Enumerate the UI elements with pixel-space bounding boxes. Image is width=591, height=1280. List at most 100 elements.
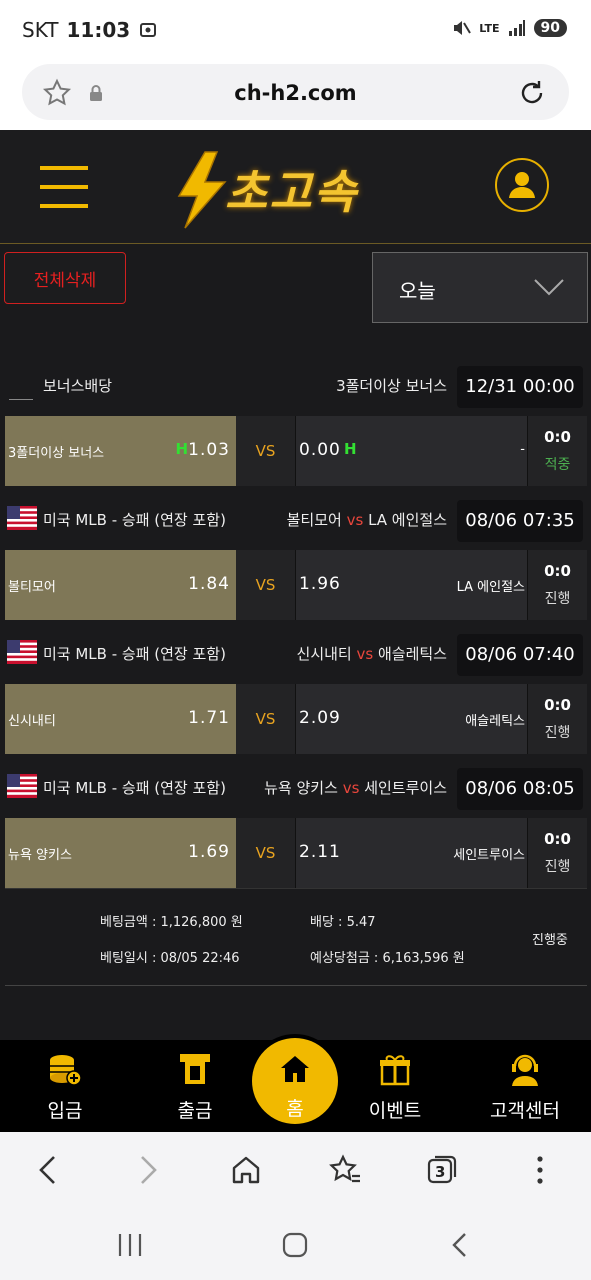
nav-home[interactable]: 홈	[252, 1038, 338, 1124]
browser-bottom-bar: 3	[0, 1132, 591, 1212]
date-filter-select[interactable]: 오늘	[372, 252, 588, 323]
us-flag-icon	[7, 640, 37, 664]
bet-row: 3폴더이상 보너스 H 1.03 VS 0.00 H - 0:0 적중	[5, 416, 587, 486]
vs-label: VS	[236, 550, 295, 620]
bet-datetime: 08/06 07:35	[457, 500, 583, 542]
expected-payout: 예상당첨금 : 6,163,596 원	[310, 951, 465, 966]
recent-apps-icon[interactable]	[116, 1232, 144, 1258]
away-team: 애슬레틱스	[465, 714, 525, 729]
url-text[interactable]: ch-h2.com	[22, 81, 569, 105]
bet-slip-panel: 보너스배당 3폴더이상 보너스 12/31 00:00 3폴더이상 보너스 H …	[5, 350, 587, 986]
home-team: 신시내티	[8, 714, 56, 729]
logo-text: 초고속	[225, 165, 358, 219]
forward-arrow-icon[interactable]	[136, 1154, 160, 1186]
site-header: 초고속	[0, 130, 591, 244]
headset-icon	[512, 1054, 538, 1086]
result-status: 진행	[544, 859, 571, 875]
bet-summary: 베팅금액 : 1,126,800 원 배당 : 5.47 베팅일시 : 08/0…	[5, 888, 587, 986]
away-team: -	[520, 442, 525, 457]
bet-row: 볼티모어 1.84 VS 1.96 LA 에인절스 0:0 진행	[5, 550, 587, 620]
league-label: 미국 MLB - 승패 (연장 포함)	[43, 779, 226, 797]
vs-label: VS	[236, 416, 295, 486]
no-flag-placeholder	[9, 399, 33, 400]
home-team: 뉴욕 양키스	[8, 848, 72, 863]
home-odd: 1.03	[188, 440, 230, 460]
bet-header: 미국 MLB - 승패 (연장 포함) 신시내티 vs 애슬레틱스 08/06 …	[5, 620, 587, 684]
tabs-button[interactable]: 3	[426, 1154, 458, 1186]
carrier-label: SKT	[22, 18, 59, 42]
away-odd-cell[interactable]: 2.09 애슬레틱스	[295, 684, 527, 754]
league-label: 미국 MLB - 승패 (연장 포함)	[43, 511, 226, 529]
system-back-icon[interactable]	[450, 1232, 470, 1258]
home-icon	[281, 1056, 309, 1082]
home-outline-icon[interactable]	[230, 1154, 262, 1186]
nav-deposit[interactable]: 입금	[10, 1040, 120, 1132]
league-label: 보너스배당	[43, 377, 113, 395]
user-profile-button[interactable]	[495, 158, 549, 212]
home-odd-cell[interactable]: 볼티모어 1.84	[5, 550, 236, 620]
bookmarks-star-icon[interactable]	[328, 1154, 362, 1186]
away-odd-cell[interactable]: 1.96 LA 에인절스	[295, 550, 527, 620]
site-logo[interactable]: 초고속	[165, 150, 435, 230]
matchup-label: 신시내티 vs 애슬레틱스	[296, 645, 447, 663]
score-cell: 0:0 진행	[527, 684, 587, 754]
result-status: 진행	[544, 725, 571, 741]
bet-datetime: 12/31 00:00	[457, 366, 583, 408]
handicap-mark: H	[344, 440, 357, 458]
home-odd: 1.71	[188, 708, 230, 728]
hamburger-menu-icon[interactable]	[40, 166, 88, 208]
bet-row: 뉴욕 양키스 1.69 VS 2.11 세인트루이스 0:0 진행	[5, 818, 587, 888]
bet-header: 미국 MLB - 승패 (연장 포함) 뉴욕 양키스 vs 세인트루이스 08/…	[5, 754, 587, 818]
address-bar[interactable]: ch-h2.com	[22, 64, 569, 120]
total-odds: 배당 : 5.47	[310, 915, 376, 930]
vs-label: VS	[236, 684, 295, 754]
score-cell: 0:0 적중	[527, 416, 587, 486]
mute-icon	[454, 21, 472, 35]
matchup-label: 뉴욕 양키스 vs 세인트루이스	[264, 779, 447, 797]
home-odd-cell[interactable]: 신시내티 1.71	[5, 684, 236, 754]
withdraw-icon	[180, 1054, 210, 1084]
score: 0:0	[544, 562, 571, 580]
away-odd-cell[interactable]: 2.11 세인트루이스	[295, 818, 527, 888]
home-odd-cell[interactable]: 3폴더이상 보너스 H 1.03	[5, 416, 236, 486]
gift-icon	[380, 1055, 410, 1086]
more-options-icon[interactable]	[530, 1154, 550, 1186]
matchup-label: 3폴더이상 보너스	[336, 377, 447, 395]
home-square-icon[interactable]	[282, 1232, 308, 1258]
nav-label: 홈	[286, 1098, 304, 1120]
nav-label: 출금	[177, 1100, 213, 1122]
bet-datetime: 08/06 07:40	[457, 634, 583, 676]
bet-header: 보너스배당 3폴더이상 보너스 12/31 00:00	[5, 352, 587, 416]
score-cell: 0:0 진행	[527, 818, 587, 888]
date-filter-value: 오늘	[399, 279, 436, 303]
delete-all-button[interactable]: 전체삭제	[4, 252, 126, 304]
home-team: 3폴더이상 보너스	[8, 446, 105, 461]
result-status: 적중	[544, 457, 571, 473]
nav-support[interactable]: 고객센터	[470, 1040, 580, 1132]
home-odd: 1.84	[188, 574, 230, 594]
battery-badge: 90	[533, 19, 567, 37]
home-odd-cell[interactable]: 뉴욕 양키스 1.69	[5, 818, 236, 888]
nav-withdraw[interactable]: 출금	[140, 1040, 250, 1132]
result-status: 진행	[544, 591, 571, 607]
nav-label: 이벤트	[368, 1100, 422, 1122]
away-odd: 2.11	[299, 842, 341, 862]
away-team: 세인트루이스	[453, 848, 525, 863]
screenshot-icon	[140, 23, 157, 37]
score: 0:0	[544, 830, 571, 848]
us-flag-icon	[7, 774, 37, 798]
bet-header: 미국 MLB - 승패 (연장 포함) 볼티모어 vs LA 에인절스 08/0…	[5, 486, 587, 550]
nav-label: 입금	[47, 1100, 83, 1122]
nav-event[interactable]: 이벤트	[340, 1040, 450, 1132]
vs-label: VS	[236, 818, 295, 888]
away-odd-cell[interactable]: 0.00 H -	[295, 416, 527, 486]
signal-icon	[508, 20, 525, 36]
reload-icon[interactable]	[517, 78, 547, 108]
bet-amount: 베팅금액 : 1,126,800 원	[100, 915, 243, 930]
away-odd: 0.00	[299, 440, 341, 460]
clock: 11:03	[66, 18, 131, 42]
bet-datetime: 08/06 08:05	[457, 768, 583, 810]
matchup-label: 볼티모어 vs LA 에인절스	[286, 511, 447, 529]
back-arrow-icon[interactable]	[36, 1154, 60, 1186]
coins-icon	[50, 1055, 82, 1086]
